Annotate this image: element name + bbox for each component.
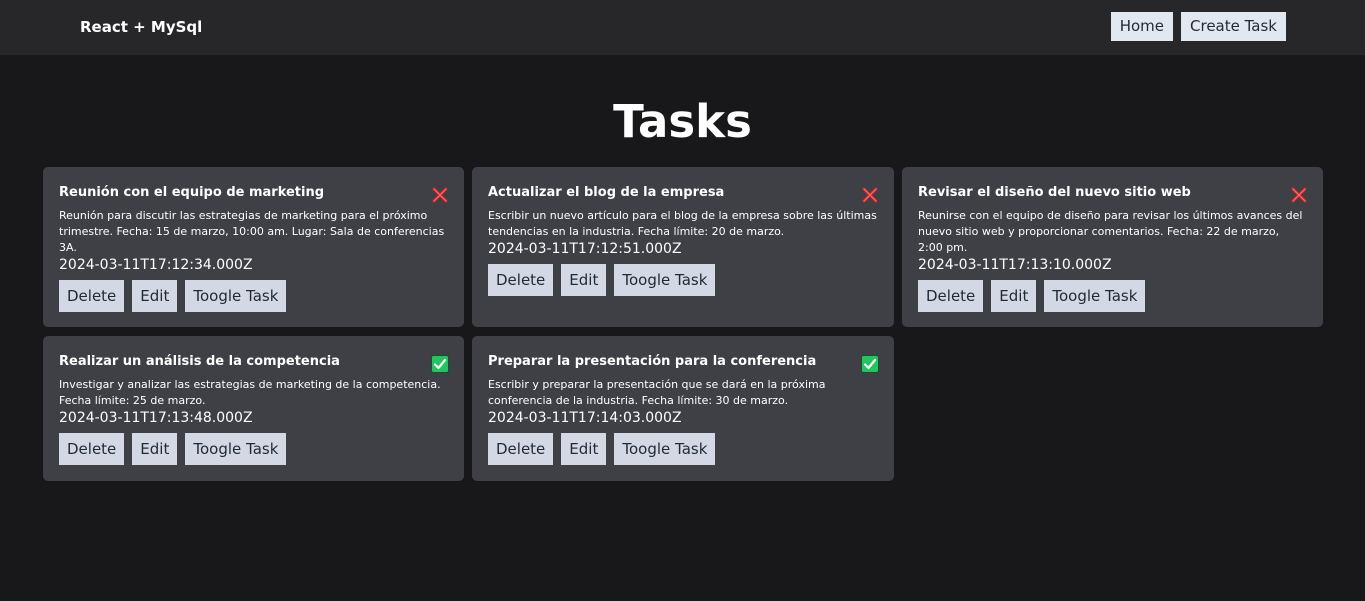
cross-mark-icon xyxy=(861,186,879,204)
nav-links: Home Create Task xyxy=(1110,12,1286,41)
task-card-header: Realizar un análisis de la competencia xyxy=(59,353,449,373)
task-created-at: 2024-03-11T17:13:48.000Z xyxy=(59,410,253,426)
delete-button[interactable]: Delete xyxy=(488,433,554,465)
task-actions: Delete Edit Toogle Task xyxy=(918,280,1307,312)
toggle-task-button[interactable]: Toogle Task xyxy=(185,280,287,312)
task-created-at: 2024-03-11T17:12:51.000Z xyxy=(488,241,682,257)
task-created-at: 2024-03-11T17:14:03.000Z xyxy=(488,410,682,426)
toggle-task-button[interactable]: Toogle Task xyxy=(1044,280,1146,312)
delete-button[interactable]: Delete xyxy=(59,280,125,312)
task-card-header: Revisar el diseño del nuevo sitio web xyxy=(918,184,1307,204)
task-title: Actualizar el blog de la empresa xyxy=(488,185,725,200)
brand-title[interactable]: React + MySql xyxy=(80,0,202,55)
delete-button[interactable]: Delete xyxy=(59,433,125,465)
task-card: Preparar la presentación para la confere… xyxy=(472,336,894,481)
edit-button[interactable]: Edit xyxy=(991,280,1037,312)
edit-button[interactable]: Edit xyxy=(132,433,178,465)
task-description: Investigar y analizar las estrategias de… xyxy=(59,378,441,407)
task-description: Escribir y preparar la presentación que … xyxy=(488,378,826,407)
task-actions: Delete Edit Toogle Task xyxy=(59,433,448,465)
edit-button[interactable]: Edit xyxy=(561,433,607,465)
task-actions: Delete Edit Toogle Task xyxy=(488,264,878,296)
edit-button[interactable]: Edit xyxy=(132,280,178,312)
task-created-at: 2024-03-11T17:13:10.000Z xyxy=(918,257,1112,273)
toggle-task-button[interactable]: Toogle Task xyxy=(185,433,287,465)
cross-mark-icon xyxy=(431,186,449,204)
check-mark-icon xyxy=(861,355,879,373)
task-title: Reunión con el equipo de marketing xyxy=(59,185,325,200)
task-created-at: 2024-03-11T17:12:34.000Z xyxy=(59,257,253,273)
page-title: Tasks xyxy=(613,95,752,148)
delete-button[interactable]: Delete xyxy=(488,264,554,296)
task-card-header: Actualizar el blog de la empresa xyxy=(488,184,878,204)
navbar: React + MySql Home Create Task xyxy=(0,0,1365,55)
home-link[interactable]: Home xyxy=(1110,12,1174,41)
task-title: Revisar el diseño del nuevo sitio web xyxy=(918,185,1191,200)
task-grid: Reunión con el equipo de marketing Reuni… xyxy=(43,167,1323,481)
cross-mark-icon xyxy=(1290,186,1308,204)
edit-button[interactable]: Edit xyxy=(561,264,607,296)
check-mark-icon xyxy=(431,355,449,373)
task-description: Reunión para discutir las estrategias de… xyxy=(59,209,445,254)
task-card: Actualizar el blog de la empresa Escribi… xyxy=(472,167,894,327)
task-card: Revisar el diseño del nuevo sitio web Re… xyxy=(902,167,1323,327)
task-description: Reunirse con el equipo de diseño para re… xyxy=(918,209,1303,254)
task-card: Reunión con el equipo de marketing Reuni… xyxy=(43,167,464,327)
task-card-header: Preparar la presentación para la confere… xyxy=(488,353,879,373)
delete-button[interactable]: Delete xyxy=(918,280,984,312)
task-card: Realizar un análisis de la competencia I… xyxy=(43,336,464,481)
task-title: Realizar un análisis de la competencia xyxy=(59,354,340,369)
toggle-task-button[interactable]: Toogle Task xyxy=(614,433,716,465)
create-task-link[interactable]: Create Task xyxy=(1181,12,1286,41)
task-title: Preparar la presentación para la confere… xyxy=(488,354,817,369)
toggle-task-button[interactable]: Toogle Task xyxy=(614,264,716,296)
task-description: Escribir un nuevo artículo para el blog … xyxy=(488,209,877,238)
task-actions: Delete Edit Toogle Task xyxy=(59,280,448,312)
task-card-header: Reunión con el equipo de marketing xyxy=(59,184,448,204)
task-actions: Delete Edit Toogle Task xyxy=(488,433,878,465)
